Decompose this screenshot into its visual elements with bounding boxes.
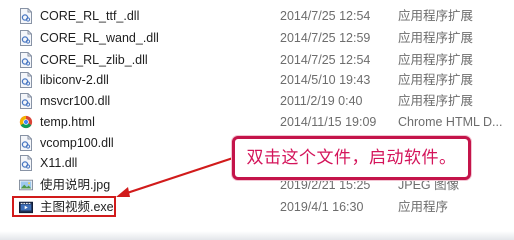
bottom-shadow <box>0 231 514 240</box>
file-name: CORE_RL_ttf_.dll <box>40 9 140 23</box>
file-date: 2014/7/25 12:54 <box>280 53 371 67</box>
file-date: 2014/7/25 12:59 <box>280 31 371 45</box>
file-row[interactable]: CORE_RL_ttf_.dll 2014/7/25 12:54 应用程序扩展 <box>0 5 514 27</box>
file-row[interactable]: CORE_RL_zlib_.dll 2014/7/25 12:54 应用程序扩展 <box>0 49 514 71</box>
file-row[interactable]: CORE_RL_wand_.dll 2014/7/25 12:59 应用程序扩展 <box>0 27 514 49</box>
annotation-callout: 双击这个文件，启动软件。 <box>232 136 471 180</box>
callout-text: 双击这个文件，启动软件。 <box>246 148 457 168</box>
file-name: vcomp100.dll <box>40 136 114 150</box>
file-name: 使用说明.jpg <box>40 178 111 192</box>
file-date: 2019/4/1 16:30 <box>280 200 364 214</box>
file-type: 应用程序扩展 <box>398 53 474 67</box>
dll-file-icon <box>20 135 32 151</box>
file-name: temp.html <box>40 115 95 129</box>
file-type: Chrome HTML D... <box>398 115 503 129</box>
file-name: X11.dll <box>40 156 78 170</box>
file-row[interactable]: libiconv-2.dll 2014/5/10 19:43 应用程序扩展 <box>0 69 514 91</box>
file-type: 应用程序扩展 <box>398 94 474 108</box>
file-date: 2014/11/15 19:09 <box>280 115 377 129</box>
file-name: libiconv-2.dll <box>40 73 109 87</box>
file-date: 2014/7/25 12:54 <box>280 9 371 23</box>
image-file-icon <box>19 179 33 191</box>
file-row[interactable]: msvcr100.dll 2011/2/19 0:40 应用程序扩展 <box>0 90 514 112</box>
file-list-view: CORE_RL_ttf_.dll 2014/7/25 12:54 应用程序扩展 … <box>0 0 514 240</box>
file-type: 应用程序 <box>398 200 449 214</box>
file-date: 2011/2/19 0:40 <box>280 94 363 108</box>
dll-file-icon <box>20 155 32 171</box>
file-type: 应用程序扩展 <box>398 73 474 87</box>
dll-file-icon <box>20 93 32 109</box>
dll-file-icon <box>20 72 32 88</box>
file-name: CORE_RL_zlib_.dll <box>40 53 148 67</box>
dll-file-icon <box>20 8 32 24</box>
dll-file-icon <box>20 30 32 46</box>
file-name: msvcr100.dll <box>40 94 111 108</box>
file-name: CORE_RL_wand_.dll <box>40 31 159 45</box>
file-date: 2014/5/10 19:43 <box>280 73 371 87</box>
file-type: 应用程序扩展 <box>398 9 474 23</box>
file-row[interactable]: temp.html 2014/11/15 19:09 Chrome HTML D… <box>0 111 514 133</box>
chrome-icon <box>19 115 33 129</box>
highlight-box <box>12 196 116 217</box>
file-type: 应用程序扩展 <box>398 31 474 45</box>
dll-file-icon <box>20 52 32 68</box>
